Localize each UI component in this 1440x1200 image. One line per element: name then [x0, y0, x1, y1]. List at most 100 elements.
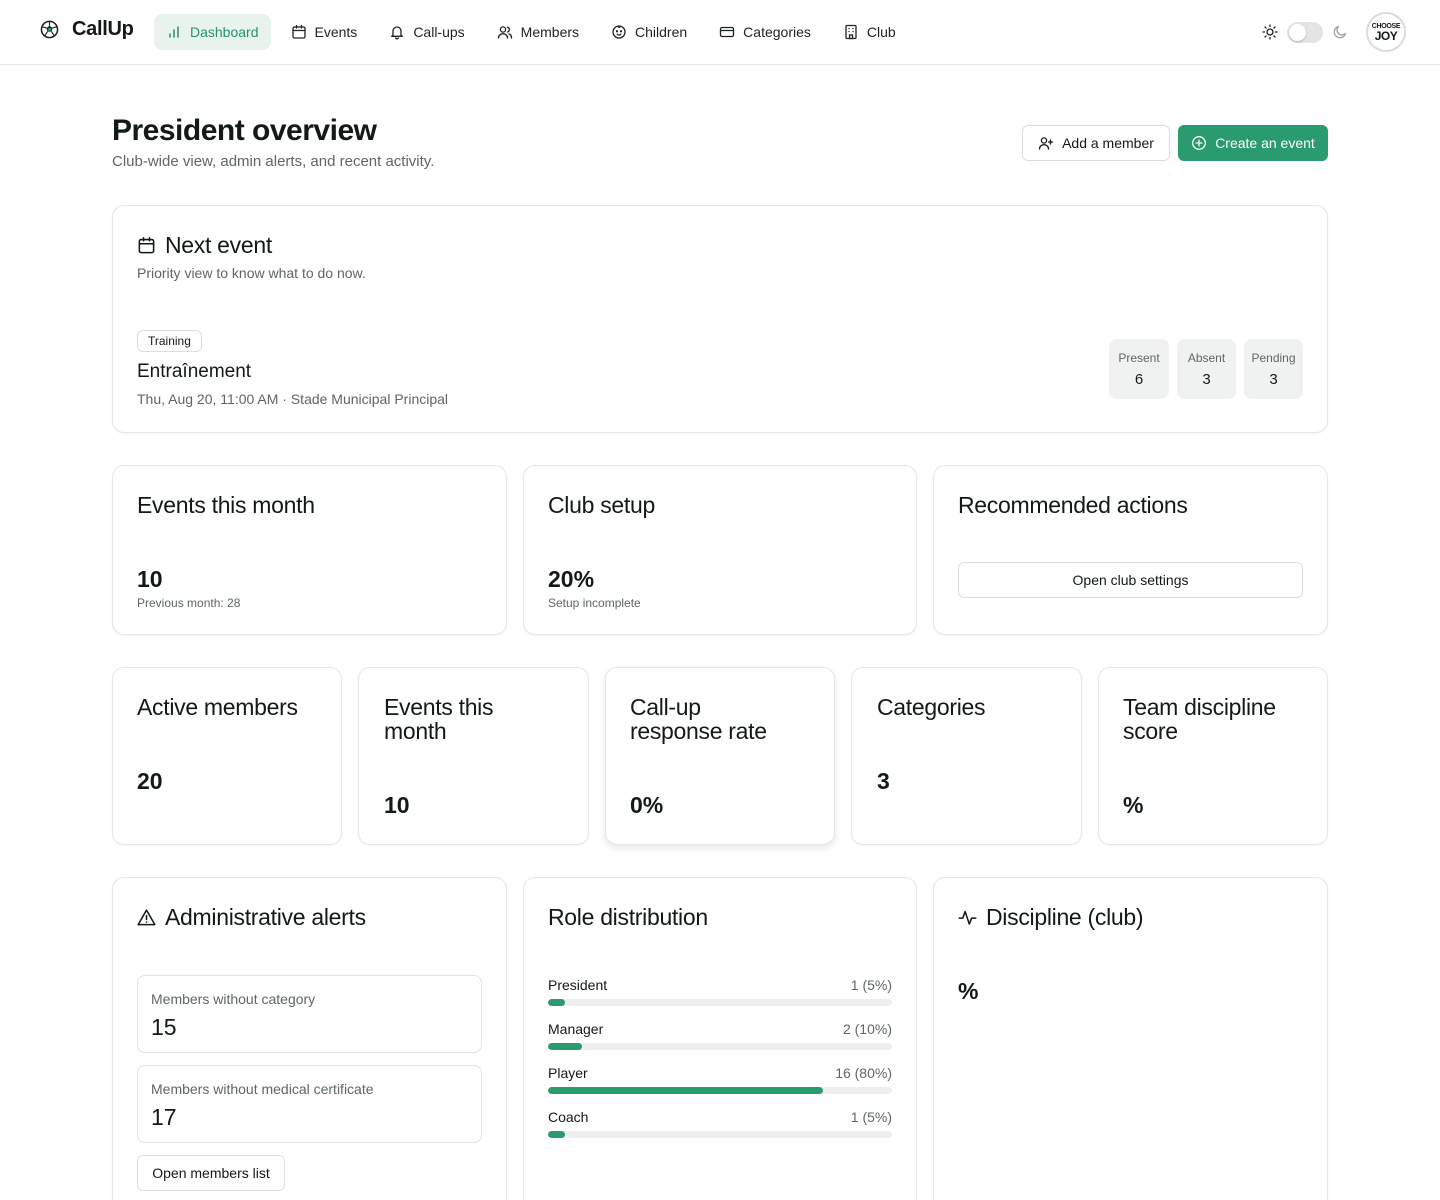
kpi-discipline-score: Team discipline score %: [1098, 667, 1328, 845]
role-distribution-card: Role distribution President 1 (5%) Manag…: [523, 877, 917, 1200]
nav-label: Events: [314, 24, 358, 40]
top-navigation-bar: CallUp Dashboard Events Call-ups Members…: [0, 0, 1440, 65]
page-title: President overview: [112, 114, 377, 147]
calendar-icon: [291, 24, 306, 39]
kpi-title: Team discipline score: [1123, 694, 1276, 744]
nav-label: Members: [520, 24, 580, 40]
kpi-title: Categories: [877, 694, 986, 720]
next-event-title-text: Next event: [165, 232, 272, 258]
open-club-settings-button[interactable]: Open club settings: [958, 562, 1303, 598]
nav-item-call-ups[interactable]: Call-ups: [377, 14, 476, 50]
role-value: 1 (5%): [850, 977, 892, 993]
stat-label: Present: [1118, 350, 1160, 365]
administrative-alerts-card: Administrative alerts Members without ca…: [112, 877, 507, 1200]
building-icon: [845, 24, 857, 40]
role-bar-track: [548, 999, 892, 1006]
discipline-club-card: Discipline (club) %: [933, 877, 1328, 1200]
alert-label: Members without category: [151, 991, 316, 1007]
alerts-title-text: Administrative alerts: [165, 904, 366, 930]
nav-item-events[interactable]: Events: [279, 14, 370, 50]
events-month-card: Events this month 10 Previous month: 28: [112, 465, 507, 635]
event-type-badge: Training: [137, 330, 202, 352]
baby-icon: [612, 25, 626, 39]
alert-label: Members without medical certificate: [151, 1081, 374, 1097]
activity-icon: [958, 910, 977, 925]
stat-label: Absent: [1187, 350, 1226, 365]
role-bar-fill: [548, 1087, 824, 1094]
events-month-title: Events this month: [137, 492, 315, 518]
nav-item-members[interactable]: Members: [485, 14, 591, 50]
kpi-categories: Categories 3: [851, 667, 1082, 845]
kpi-value: 0%: [630, 792, 664, 818]
kpi-events-month: Events this month 10: [358, 667, 589, 845]
event-name[interactable]: Entraînement: [137, 361, 251, 383]
role-label: Coach: [548, 1109, 589, 1125]
kpi-value: 10: [384, 792, 410, 818]
nav-label: Children: [635, 24, 688, 40]
open-members-list-button[interactable]: Open members list: [137, 1155, 285, 1191]
theme-toggle[interactable]: [1287, 21, 1323, 43]
role-bar-track: [548, 1043, 892, 1050]
warning-icon: [137, 908, 156, 925]
stat-absent: Absent 3: [1177, 339, 1236, 399]
role-value: 16 (80%): [835, 1065, 892, 1081]
alert-no-category[interactable]: Members without category 15: [137, 975, 482, 1053]
stat-value: 3: [1202, 370, 1211, 388]
role-value: 1 (5%): [850, 1109, 892, 1125]
user-plus-icon: [1038, 137, 1054, 150]
role-distribution-title: Role distribution: [548, 904, 708, 930]
club-setup-note: Setup incomplete: [548, 596, 641, 610]
nav-label: Dashboard: [190, 24, 259, 40]
role-row-coach: Coach 1 (5%): [548, 1109, 892, 1149]
alert-value: 17: [151, 1104, 177, 1130]
users-icon: [497, 26, 512, 39]
soccer-ball-icon: [40, 20, 59, 39]
recommended-actions-card: Recommended actions Open club settings: [933, 465, 1328, 635]
alert-value: 15: [151, 1014, 177, 1040]
stat-pending: Pending 3: [1244, 339, 1303, 399]
events-month-note: Previous month: 28: [137, 596, 241, 610]
recommended-actions-title: Recommended actions: [958, 492, 1188, 518]
event-details: Thu, Aug 20, 11:00 AM · Stade Municipal …: [137, 391, 449, 407]
kpi-value: %: [1123, 792, 1144, 818]
role-bar-fill: [548, 999, 566, 1006]
kpi-response-rate[interactable]: Call-up response rate 0%: [605, 667, 835, 845]
stat-value: 6: [1134, 370, 1144, 388]
nav-item-categories[interactable]: Categories: [707, 14, 823, 50]
nav-item-dashboard[interactable]: Dashboard: [154, 14, 271, 50]
role-label: Player: [548, 1065, 588, 1081]
discipline-title: Discipline (club): [958, 905, 1144, 929]
card-icon: [720, 26, 735, 38]
role-row-manager: Manager 2 (10%): [548, 1021, 892, 1061]
kpi-title: Call-up response rate: [630, 694, 767, 744]
brand[interactable]: CallUp: [40, 18, 134, 41]
alert-no-medical-certificate[interactable]: Members without medical certificate 17: [137, 1065, 482, 1143]
bar-chart-icon: [169, 26, 179, 38]
create-event-label: Create an event: [1215, 135, 1315, 151]
nav-item-club[interactable]: Club: [831, 14, 908, 50]
events-month-value: 10: [137, 566, 163, 592]
nav-label: Call-ups: [413, 24, 465, 40]
discipline-value: %: [958, 978, 979, 1004]
sun-icon: [1262, 24, 1278, 40]
kpi-title: Active members: [137, 694, 298, 720]
club-setup-card: Club setup 20% Setup incomplete: [523, 465, 917, 635]
main-nav: Dashboard Events Call-ups Members Childr…: [154, 14, 916, 50]
calendar-icon: [138, 236, 155, 253]
add-member-label: Add a member: [1062, 135, 1154, 151]
nav-item-children[interactable]: Children: [599, 14, 699, 50]
user-avatar[interactable]: CHOOSE JOY: [1366, 12, 1406, 52]
nav-label: Club: [866, 24, 896, 40]
create-event-button[interactable]: Create an event: [1178, 125, 1328, 161]
theme-toggle-knob: [1289, 23, 1306, 41]
next-event-subtitle: Priority view to know what to do now.: [137, 265, 366, 281]
role-row-president: President 1 (5%): [548, 977, 892, 1017]
role-label: Manager: [548, 1021, 604, 1037]
role-bar-track: [548, 1087, 892, 1094]
kpi-value: 3: [877, 768, 890, 794]
next-event-title: Next event: [137, 233, 272, 257]
role-bar-track: [548, 1131, 892, 1138]
kpi-value: 20: [137, 768, 163, 794]
role-label: President: [548, 977, 608, 993]
add-member-button[interactable]: Add a member: [1022, 125, 1170, 161]
